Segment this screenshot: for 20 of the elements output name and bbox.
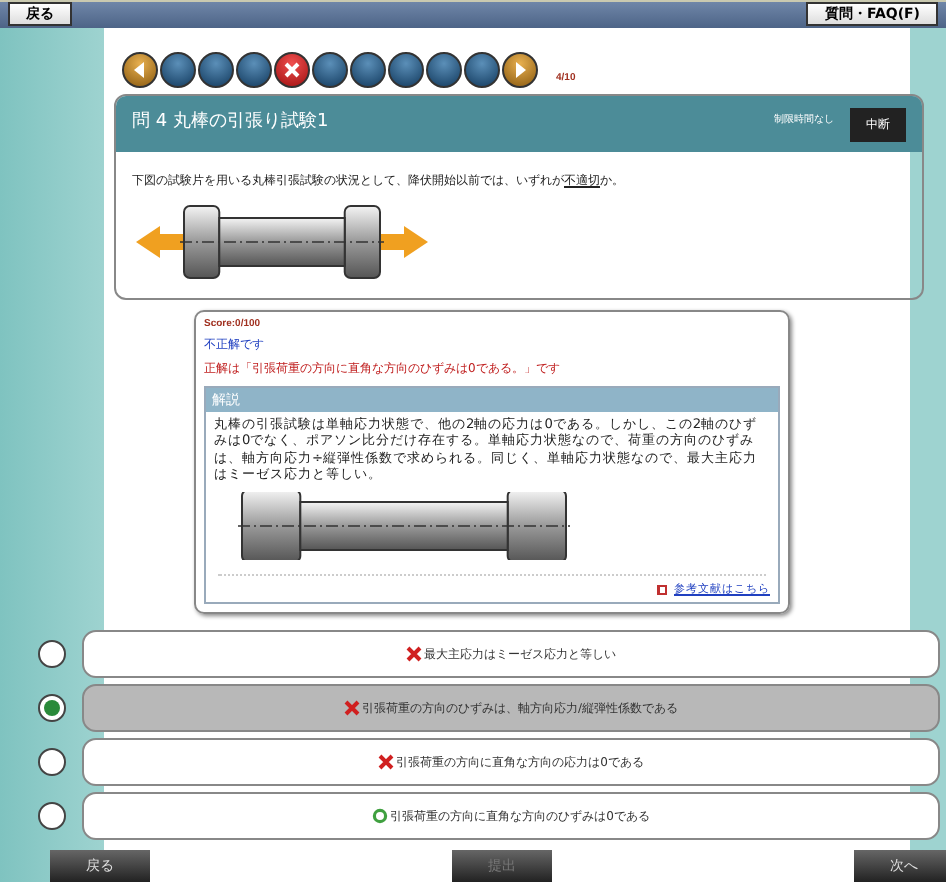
radio-button[interactable] (38, 802, 66, 830)
previous-button[interactable] (122, 51, 158, 88)
radio-button[interactable] (38, 640, 66, 668)
radio-button[interactable] (38, 748, 66, 776)
question-dot[interactable] (464, 51, 500, 88)
wrong-question-dot[interactable] (274, 51, 310, 88)
next-button[interactable] (502, 51, 538, 88)
question-dot[interactable] (426, 51, 462, 88)
right-arrow-icon (510, 59, 530, 80)
question-dot[interactable] (388, 51, 424, 88)
question-dot[interactable] (236, 51, 272, 88)
question-dot[interactable] (198, 51, 234, 88)
question-dot[interactable] (350, 51, 386, 88)
question-dot[interactable] (160, 51, 196, 88)
question-title: 問 4 丸棒の引張り試験1 (132, 109, 331, 134)
cross-icon (282, 59, 302, 80)
book-icon (656, 583, 668, 595)
question-dot[interactable] (312, 51, 348, 88)
left-arrow-icon (130, 59, 150, 80)
radio-button[interactable] (38, 694, 66, 722)
